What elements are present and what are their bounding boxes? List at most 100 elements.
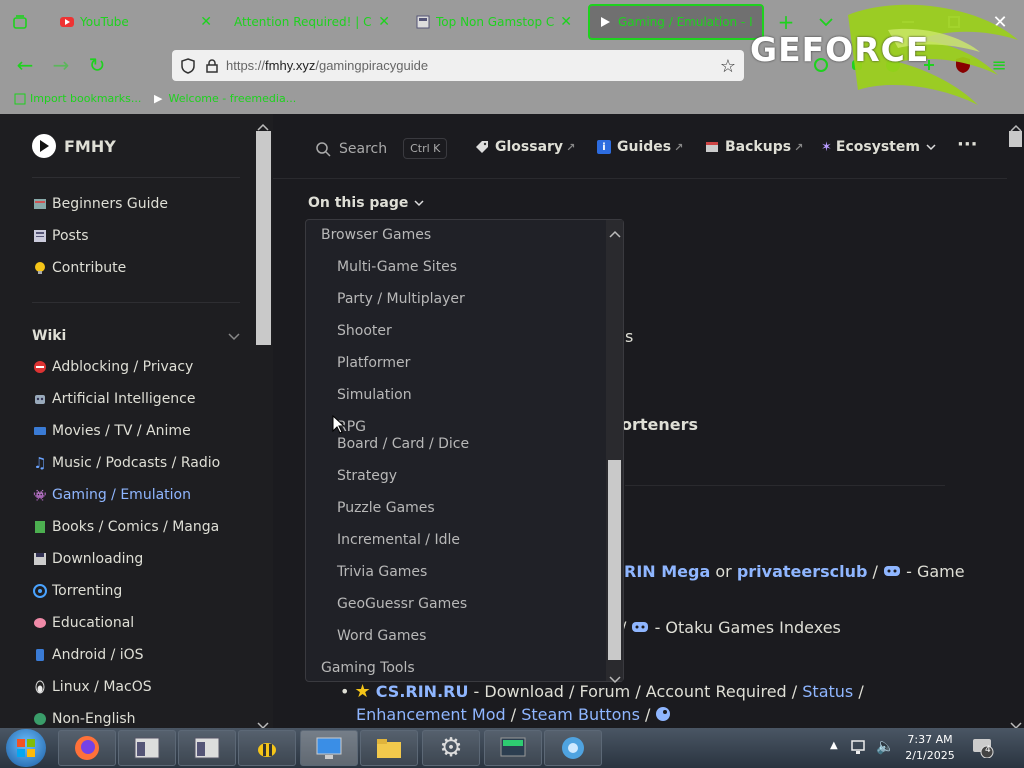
taskbar-app[interactable] (544, 730, 602, 766)
torrent-icon (32, 583, 48, 599)
taskbar-app[interactable] (118, 730, 176, 766)
sidebar-item-non-english[interactable]: Non-English (32, 711, 136, 727)
shield-icon[interactable] (180, 57, 196, 74)
wiki-section-header[interactable]: Wiki (32, 326, 240, 345)
toc-item[interactable]: Simulation (337, 387, 412, 403)
tray-expand-icon[interactable]: ▲ (830, 740, 838, 751)
network-icon[interactable] (850, 738, 868, 760)
page-scrollbar[interactable] (1007, 114, 1024, 728)
toc-item[interactable]: Platformer (337, 355, 410, 371)
taskbar-app[interactable] (238, 730, 296, 766)
tab-list-chevron-icon[interactable] (816, 12, 836, 32)
toc-item[interactable]: Incremental / Idle (337, 532, 460, 548)
tab-cloudflare[interactable]: Attention Required! | Cloud ✕ (226, 4, 398, 40)
sidebar-item-ai[interactable]: Artificial Intelligence (32, 391, 196, 407)
taskbar-app[interactable] (484, 730, 542, 766)
toc-item[interactable]: Board / Card / Dice (337, 436, 469, 452)
sidebar-item-gaming[interactable]: 👾 Gaming / Emulation (32, 487, 191, 503)
toc-item[interactable]: GeoGuessr Games (337, 596, 467, 612)
more-menu-button[interactable]: ··· (957, 134, 978, 155)
taskbar-firefox[interactable] (58, 730, 116, 766)
close-tab-icon[interactable]: ✕ (560, 14, 572, 30)
back-icon[interactable]: ← (14, 53, 36, 77)
taskbar-app[interactable] (178, 730, 236, 766)
sidebar-item-contribute[interactable]: Contribute (32, 260, 126, 276)
tab-list-icon[interactable] (10, 12, 30, 32)
search-button[interactable]: Search Ctrl K (315, 138, 448, 159)
toc-scrollbar-thumb[interactable] (608, 460, 621, 660)
start-button[interactable] (6, 729, 46, 767)
taskbar-app-active[interactable] (300, 730, 358, 766)
minimize-icon[interactable] (898, 12, 918, 32)
close-tab-icon[interactable]: ✕ (200, 14, 212, 30)
sidebar-item-beginners-guide[interactable]: Beginners Guide (32, 196, 168, 212)
backup-icon (705, 140, 719, 154)
close-window-icon[interactable]: ✕ (990, 12, 1010, 33)
sidebar-item-movies[interactable]: Movies / TV / Anime (32, 423, 191, 439)
sidebar-item-books[interactable]: Books / Comics / Manga (32, 519, 219, 535)
nav-ecosystem[interactable]: ✶ Ecosystem (821, 139, 936, 155)
toc-item[interactable]: Party / Multiplayer (337, 291, 465, 307)
sidebar-item-linux[interactable]: Linux / MacOS (32, 679, 152, 695)
forward-icon[interactable]: → (50, 53, 72, 77)
tag-icon (475, 140, 489, 154)
toc-item[interactable]: Shooter (337, 323, 392, 339)
new-tab-icon[interactable]: + (776, 10, 796, 34)
link-status[interactable]: Status (802, 682, 853, 701)
ublock-icon[interactable] (954, 56, 972, 74)
sidebar-item-adblocking[interactable]: Adblocking / Privacy (32, 359, 193, 375)
reload-icon[interactable]: ↻ (86, 53, 108, 77)
tab-gaming-emulation[interactable]: Gaming / Emulation - I (588, 4, 764, 40)
toc-item[interactable]: Browser Games (321, 227, 431, 243)
toc-item[interactable]: Word Games (337, 628, 426, 644)
link-steam-buttons[interactable]: Steam Buttons (521, 705, 640, 724)
sidebar-scrollbar-thumb[interactable] (256, 131, 271, 345)
scroll-up-arrow-icon[interactable] (609, 223, 621, 242)
sidebar-item-android[interactable]: Android / iOS (32, 647, 144, 663)
bookmark-star-icon[interactable]: ☆ (720, 56, 736, 77)
system-clock[interactable]: 7:37 AM 2/1/2025 (902, 732, 958, 764)
on-this-page-toggle[interactable]: On this page (308, 195, 424, 211)
volume-icon[interactable]: 🔈 (876, 737, 895, 755)
taskbar-settings[interactable]: ⚙ (422, 730, 480, 766)
taskbar-explorer[interactable] (360, 730, 418, 766)
toc-item[interactable]: Trivia Games (337, 564, 427, 580)
link-enhancement-mod[interactable]: Enhancement Mod (356, 705, 506, 724)
close-tab-icon[interactable]: ✕ (378, 14, 390, 30)
menu-icon[interactable]: ≡ (990, 55, 1008, 76)
lock-icon[interactable] (206, 58, 218, 73)
toc-item[interactable]: Multi-Game Sites (337, 259, 457, 275)
star-icon: ★ (354, 681, 371, 702)
sidebar-item-posts[interactable]: Posts (32, 228, 89, 244)
nav-glossary[interactable]: Glossary ↗ (475, 139, 575, 155)
sidebar-item-torrenting[interactable]: Torrenting (32, 583, 122, 599)
chevron-down-icon[interactable] (228, 326, 240, 345)
discord-icon[interactable] (883, 563, 901, 582)
discord-icon[interactable] (631, 619, 649, 638)
site-logo[interactable]: FMHY (32, 134, 116, 158)
steam-icon[interactable] (655, 706, 671, 726)
bookmark-welcome[interactable]: ▶ Welcome - freemedia... (154, 92, 296, 105)
tab-youtube[interactable]: YouTube ✕ (52, 4, 220, 40)
link-cs-rin-ru[interactable]: CS.RIN.RU (376, 682, 469, 701)
sidebar-item-educational[interactable]: Educational (32, 615, 134, 631)
sidebar-item-downloading[interactable]: Downloading (32, 551, 143, 567)
scroll-up-arrow-icon[interactable] (1010, 117, 1022, 136)
chevron-down-icon (926, 143, 936, 151)
link-rin-mega[interactable]: RIN Mega (624, 562, 710, 581)
bookmark-import[interactable]: Import bookmarks... (14, 92, 141, 105)
toc-item[interactable]: Strategy (337, 468, 397, 484)
nav-backups[interactable]: Backups ↗ (705, 139, 803, 155)
nav-guides[interactable]: i Guides ↗ (597, 139, 683, 155)
scroll-down-arrow-icon[interactable] (609, 669, 621, 688)
scroll-up-arrow-icon[interactable] (257, 116, 269, 135)
maximize-icon[interactable] (944, 12, 964, 32)
address-bar[interactable]: https://fmhy.xyz/gamingpiracyguide ☆ (172, 50, 744, 81)
sidebar-item-music[interactable]: ♫ Music / Podcasts / Radio (32, 454, 220, 472)
toc-item[interactable]: Gaming Tools (321, 660, 415, 676)
text-desc: - Download / Forum / Account Required / (468, 682, 803, 701)
link-privateersclub[interactable]: privateersclub (737, 562, 868, 581)
chevron-down-icon (414, 199, 424, 207)
toc-item[interactable]: Puzzle Games (337, 500, 435, 516)
tab-casino[interactable]: Top Non Gamstop Casi ✕ (408, 4, 580, 40)
